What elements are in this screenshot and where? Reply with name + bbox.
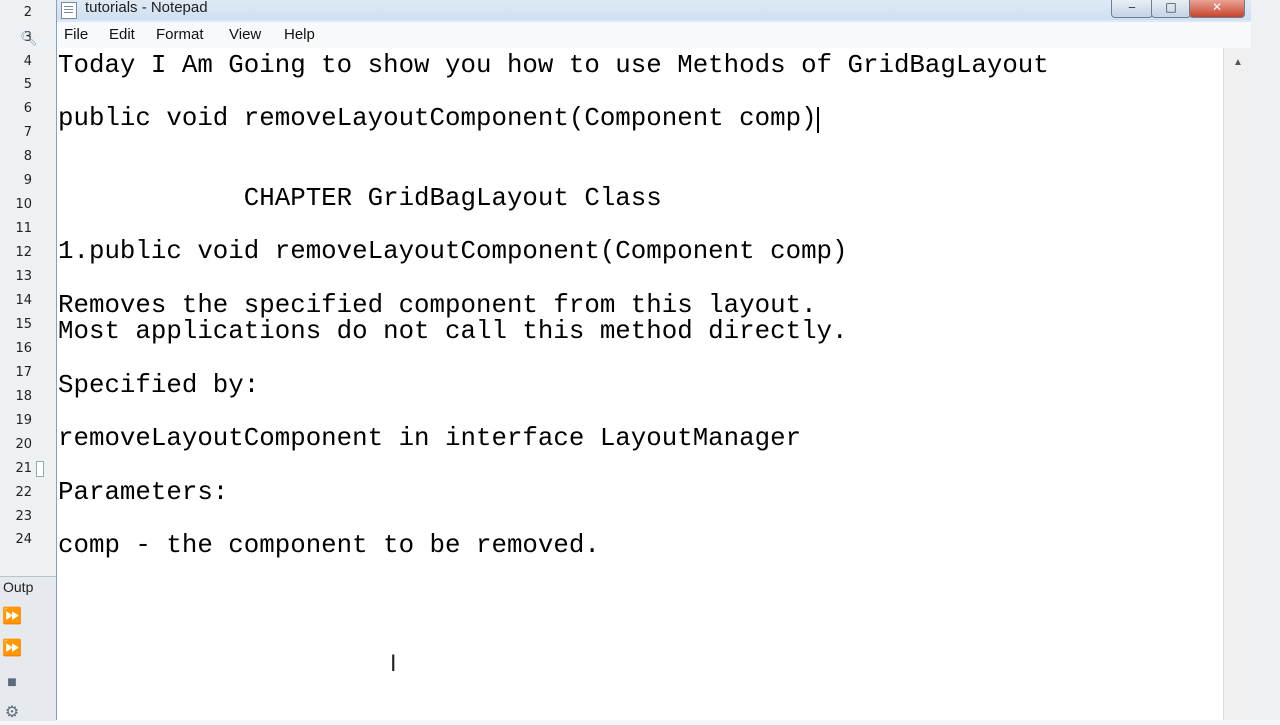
minimize-button[interactable]: ‒ xyxy=(1111,0,1153,18)
window-title: tutorials - Notepad xyxy=(85,0,208,16)
stop-icon[interactable]: ■ xyxy=(0,671,24,695)
menu-file[interactable]: File xyxy=(64,26,88,43)
line-number: 4 xyxy=(23,54,32,69)
close-icon: ✕ xyxy=(1211,0,1223,14)
text-caret xyxy=(817,107,819,133)
line-number: 16 xyxy=(15,341,32,356)
line-number: 10 xyxy=(15,197,32,212)
line-number: 21 xyxy=(15,461,32,476)
ibeam-cursor-icon: I xyxy=(390,652,397,677)
line-number: 8 xyxy=(23,149,32,164)
line-number: 22 xyxy=(15,485,32,500)
scroll-up-icon[interactable]: ▲ xyxy=(1224,52,1252,74)
text-line: removeLayoutComponent in interface Layou… xyxy=(58,424,802,453)
menu-help[interactable]: Help xyxy=(284,26,315,43)
minimize-icon: ‒ xyxy=(1128,0,1136,14)
menu-format[interactable]: Format xyxy=(156,26,204,43)
line-number: 9 xyxy=(23,173,32,188)
menu-edit[interactable]: Edit xyxy=(109,26,135,43)
line-number: 18 xyxy=(15,389,32,404)
text-editor[interactable]: Today I Am Going to show you how to use … xyxy=(57,48,1223,720)
line-number: 23 xyxy=(15,509,32,524)
fold-toggle[interactable] xyxy=(36,461,44,477)
text-line: CHAPTER GridBagLayout Class xyxy=(58,184,662,213)
line-number: 17 xyxy=(15,365,32,380)
output-panel-title: Outp xyxy=(3,579,34,595)
notepad-icon xyxy=(61,2,77,19)
maximize-icon: □ xyxy=(1165,0,1177,14)
text-line: public void removeLayoutComponent(Compon… xyxy=(58,104,817,133)
vertical-scrollbar[interactable]: ▲ xyxy=(1223,48,1252,720)
text-line: 1.public void removeLayoutComponent(Comp… xyxy=(58,237,848,266)
line-number: 12 xyxy=(15,245,32,260)
ide-right-panel xyxy=(1250,0,1280,720)
run-icon[interactable]: ⏩ xyxy=(0,605,24,629)
text-line: comp - the component to be removed. xyxy=(58,531,600,560)
text-line: Parameters: xyxy=(58,478,229,507)
menu-bar: File Edit Format View Help xyxy=(57,22,1251,49)
text-line: Most applications do not call this metho… xyxy=(58,317,848,346)
line-number: 19 xyxy=(15,413,32,428)
menu-view[interactable]: View xyxy=(229,26,261,43)
text-line: Specified by: xyxy=(58,371,260,400)
search-icon[interactable]: 🔍︎ xyxy=(20,30,38,46)
maximize-button[interactable]: □ xyxy=(1151,0,1191,18)
line-number: 20 xyxy=(15,437,32,452)
line-number: 13 xyxy=(15,269,32,284)
run-icon[interactable]: ⏩ xyxy=(0,637,24,661)
close-button[interactable]: ✕ xyxy=(1189,0,1245,18)
line-number: 2 xyxy=(23,5,32,20)
line-number: 15 xyxy=(15,317,32,332)
line-number: 6 xyxy=(23,101,32,116)
line-number: 11 xyxy=(15,221,32,236)
line-number: 5 xyxy=(23,77,32,92)
line-number: 7 xyxy=(23,125,32,140)
line-number: 24 xyxy=(15,532,32,544)
title-bar[interactable]: tutorials - Notepad ‒ □ ✕ xyxy=(57,0,1251,20)
settings-icon[interactable]: ⚙ xyxy=(0,701,24,725)
text-line: Today I Am Going to show you how to use … xyxy=(58,51,1049,80)
notepad-window: tutorials - Notepad ‒ □ ✕ File Edit Form… xyxy=(56,0,1252,720)
ide-output-panel: Outp ⏩ ⏩ ■ ⚙ xyxy=(0,576,56,721)
line-number: 14 xyxy=(15,293,32,308)
